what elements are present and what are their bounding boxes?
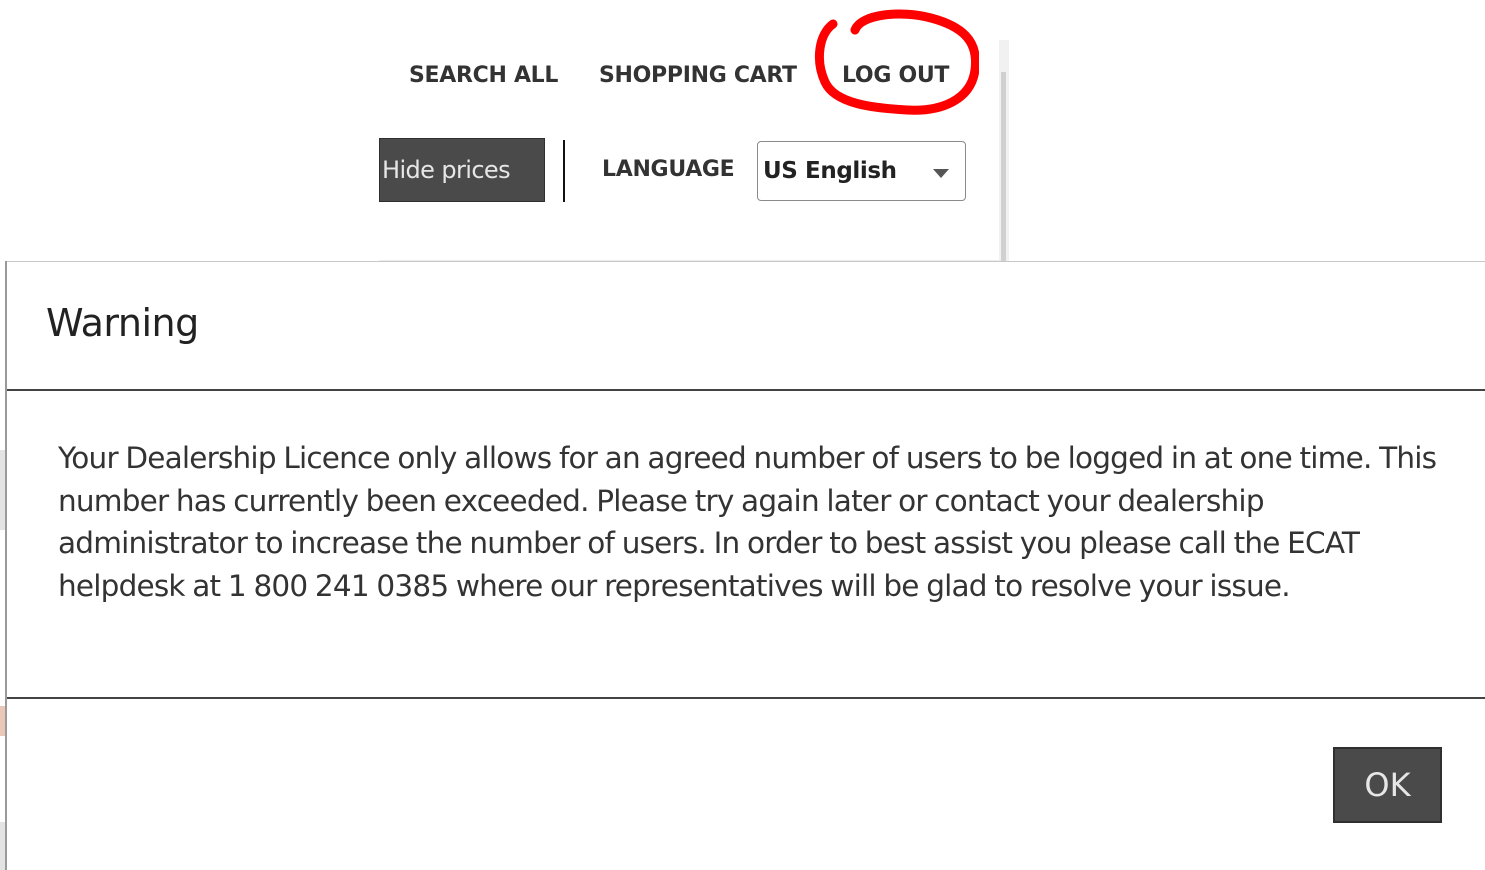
- shopping-cart-link[interactable]: SHOPPING CART: [599, 63, 797, 88]
- hide-prices-button[interactable]: Hide prices: [379, 138, 545, 202]
- dialog-header-separator: [7, 389, 1485, 391]
- header-panel: SEARCH ALL SHOPPING CART LOG OUT Hide pr…: [379, 9, 1009, 296]
- dialog-title: Warning: [46, 301, 199, 345]
- ok-button[interactable]: OK: [1333, 747, 1442, 823]
- language-select[interactable]: US English: [757, 141, 966, 201]
- divider: [563, 140, 565, 202]
- log-out-link[interactable]: LOG OUT: [842, 63, 949, 88]
- language-select-value: US English: [763, 158, 897, 184]
- dialog-footer-separator: [7, 697, 1485, 699]
- search-all-link[interactable]: SEARCH ALL: [409, 63, 558, 88]
- dialog-message: Your Dealership Licence only allows for …: [58, 441, 1437, 603]
- chevron-down-icon: [933, 169, 949, 178]
- page: SEARCH ALL SHOPPING CART LOG OUT Hide pr…: [0, 0, 1485, 870]
- dialog-border: [7, 261, 1485, 262]
- language-label: LANGUAGE: [602, 157, 735, 182]
- warning-dialog: Warning Your Dealership Licence only all…: [5, 261, 1485, 870]
